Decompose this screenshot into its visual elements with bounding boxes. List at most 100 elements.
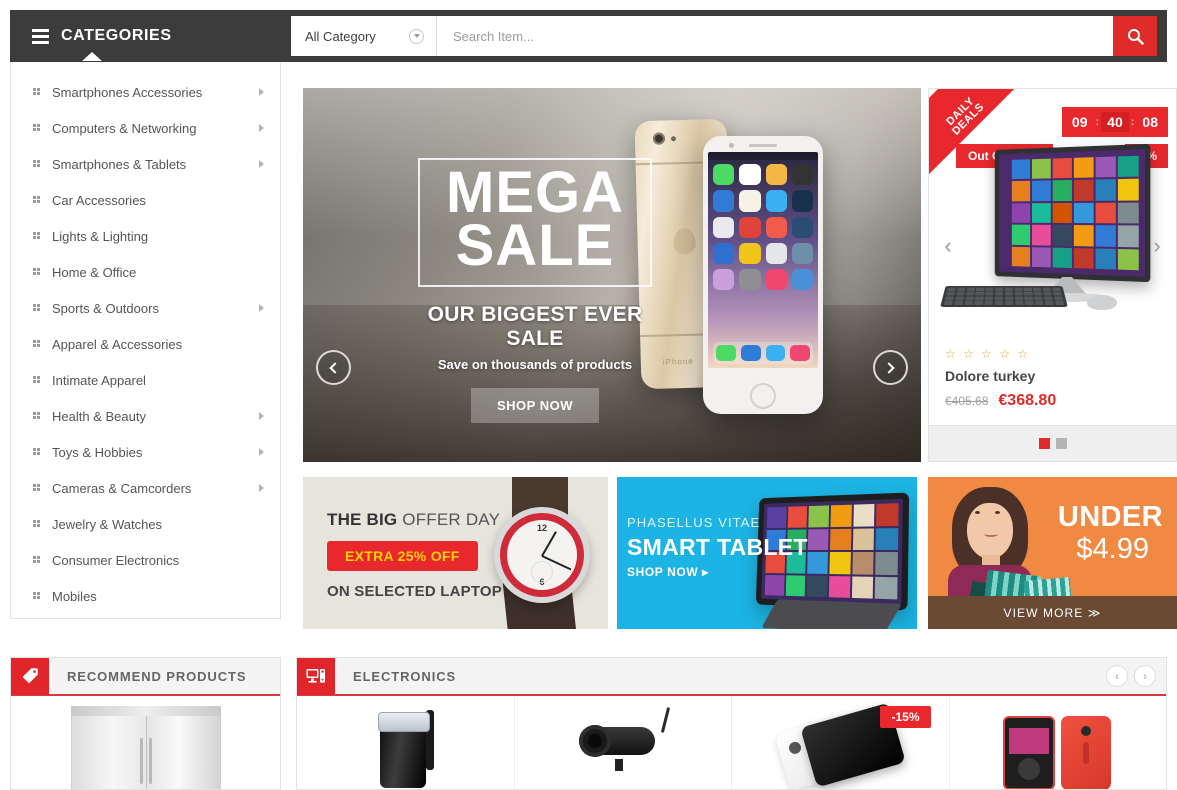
chevron-right-icon — [259, 484, 264, 492]
recommend-products-panel: RECOMMEND PRODUCTS — [10, 657, 281, 790]
sidebar-item-label: Car Accessories — [52, 192, 146, 208]
hero-tagline: Save on thousands of products — [437, 356, 633, 372]
sidebar-item-apparel-accessories[interactable]: Apparel & Accessories — [11, 326, 280, 362]
sidebar-item-smartphones-accessories[interactable]: Smartphones Accessories — [11, 74, 280, 110]
bullet-icon — [33, 555, 42, 565]
monitor-illustration — [994, 143, 1151, 283]
bullet-icon — [33, 87, 42, 97]
nokia-phones-illustration — [983, 696, 1133, 789]
sidebar-item-smartphones-tablets[interactable]: Smartphones & Tablets — [11, 146, 280, 182]
tag-icon — [11, 658, 49, 695]
chevron-right-icon — [259, 304, 264, 312]
hero-next-button[interactable] — [873, 350, 908, 385]
bullet-icon — [33, 267, 42, 277]
deal-old-price: €405.68 — [945, 394, 989, 408]
top-bar: CATEGORIES All Category — [10, 10, 1167, 62]
product-cell-smartphones[interactable]: -15% — [732, 696, 950, 789]
promo-big-offer-day[interactable]: 12 6 THE BIG OFFER DAY EXTRA 25% OFF ON S… — [303, 477, 608, 629]
promo3-view-more-bar[interactable]: VIEW MORE ≫ — [928, 596, 1177, 629]
deal-image-area: DAILY DEALS 09 : 40 : 08 Out Of Stock -9… — [929, 89, 1176, 333]
deal-next-button[interactable]: › — [1146, 235, 1168, 257]
hero-subtitle: OUR BIGGEST EVER SALE — [427, 302, 643, 350]
chevron-down-icon — [409, 28, 424, 44]
categories-pointer — [82, 52, 102, 61]
hero-shop-now-button[interactable]: SHOP NOW — [471, 387, 599, 423]
sidebar-item-intimate-apparel[interactable]: Intimate Apparel — [11, 362, 280, 398]
search-button[interactable] — [1113, 16, 1157, 56]
bullet-icon — [33, 483, 42, 493]
sidebar-item-jewelry-watches[interactable]: Jewelry & Watches — [11, 506, 280, 542]
deal-prices: €405.68 €368.80 — [945, 392, 1160, 410]
sidebar-item-home-office[interactable]: Home & Office — [11, 254, 280, 290]
hero-title-box: MEGA SALE — [418, 158, 652, 287]
deal-pager-dot-2[interactable] — [1055, 438, 1067, 449]
categories-header[interactable]: CATEGORIES — [10, 10, 281, 62]
promo-smart-tablet[interactable]: PHASELLUS VITAE SMART TABLET SHOP NOW ▸ — [617, 477, 917, 629]
category-select-value: All Category — [305, 28, 376, 44]
daily-deals-panel: DAILY DEALS 09 : 40 : 08 Out Of Stock -9… — [928, 88, 1177, 462]
sidebar-item-label: Lights & Lighting — [52, 228, 149, 244]
search-icon — [1127, 28, 1144, 45]
bullet-icon — [33, 447, 42, 457]
deal-pager-dot-1[interactable] — [1038, 438, 1050, 449]
bullet-icon — [33, 339, 42, 349]
bullet-icon — [33, 123, 42, 133]
chevron-right-icon — [259, 448, 264, 456]
electronics-prev-button[interactable]: ‹ — [1106, 665, 1128, 687]
hero-title-line1: MEGA — [446, 160, 624, 225]
sidebar-item-consumer-electronics[interactable]: Consumer Electronics — [11, 542, 280, 578]
promo3-view-more-label: VIEW MORE ≫ — [1003, 605, 1102, 620]
sidebar-item-lights-lighting[interactable]: Lights & Lighting — [11, 218, 280, 254]
deal-info: ☆ ☆ ☆ ☆ ☆ Dolore turkey €405.68 €368.80 — [929, 333, 1176, 420]
promo1-offer-badge[interactable]: EXTRA 25% OFF — [327, 541, 478, 571]
electronics-panel-header: ELECTRONICS ‹ › — [297, 658, 1166, 696]
security-camera-illustration — [575, 706, 671, 771]
bullet-icon — [33, 519, 42, 529]
promo3-price: $4.99 — [1076, 533, 1149, 565]
deal-prev-button[interactable]: ‹ — [937, 235, 959, 257]
promo1-title-rest: OFFER DAY — [397, 510, 501, 529]
product-cell-kettle[interactable] — [297, 696, 515, 789]
sidebar-item-sports-outdoors[interactable]: Sports & Outdoors — [11, 290, 280, 326]
sidebar-item-label: Health & Beauty — [52, 408, 146, 424]
phone-front-illustration — [703, 136, 823, 414]
hero-carousel[interactable]: iPhone MEGA SALE OUR BIGGEST EVER SALE S… — [303, 88, 921, 462]
electronics-next-button[interactable]: › — [1134, 665, 1156, 687]
hero-copy: MEGA SALE OUR BIGGEST EVER SALE Save on … — [400, 158, 670, 423]
deal-new-price: €368.80 — [998, 392, 1057, 409]
sidebar-item-health-beauty[interactable]: Health & Beauty — [11, 398, 280, 434]
category-sidebar: Smartphones Accessories Computers & Netwo… — [10, 62, 281, 619]
bullet-icon — [33, 411, 42, 421]
timer-seconds: 08 — [1136, 112, 1164, 132]
promo1-title-bold: THE BIG — [327, 510, 398, 529]
deal-product-name[interactable]: Dolore turkey — [945, 368, 1160, 384]
product-cell-security-camera[interactable] — [515, 696, 732, 789]
timer-minutes: 40 — [1101, 112, 1129, 132]
product-cell-fridge[interactable] — [11, 696, 280, 789]
electronics-panel-nav: ‹ › — [1106, 665, 1156, 687]
chevron-left-icon — [329, 361, 341, 374]
recommend-panel-title: RECOMMEND PRODUCTS — [67, 668, 247, 684]
countdown-timer: 09 : 40 : 08 — [1061, 107, 1168, 137]
promo-under-499[interactable]: UNDER $4.99 VIEW MORE ≫ — [928, 477, 1177, 629]
sidebar-item-toys-hobbies[interactable]: Toys & Hobbies — [11, 434, 280, 470]
category-select[interactable]: All Category — [291, 16, 437, 56]
product-cell-nokia-phones[interactable] — [950, 696, 1167, 789]
sidebar-item-car-accessories[interactable]: Car Accessories — [11, 182, 280, 218]
search-bar: All Category — [291, 16, 1157, 56]
sidebar-item-cameras-camcorders[interactable]: Cameras & Camcorders — [11, 470, 280, 506]
promo2-shop-now-link[interactable]: SHOP NOW ▸ — [627, 565, 709, 579]
hero-prev-button[interactable] — [316, 350, 351, 385]
chevron-right-icon — [883, 361, 895, 374]
promo2-title: SMART TABLET — [627, 534, 808, 560]
bullet-icon — [33, 159, 42, 169]
search-input[interactable] — [437, 16, 1113, 56]
page-root: CATEGORIES All Category Smartphones Acce… — [0, 0, 1177, 790]
sidebar-item-label: Computers & Networking — [52, 120, 197, 136]
keyboard-illustration — [940, 285, 1068, 307]
sidebar-item-mobiles[interactable]: Mobiles — [11, 578, 280, 614]
chevron-right-icon — [259, 88, 264, 96]
promo2-eyebrow: PHASELLUS VITAE — [627, 515, 761, 530]
chevron-right-icon — [259, 160, 264, 168]
sidebar-item-computers-networking[interactable]: Computers & Networking — [11, 110, 280, 146]
